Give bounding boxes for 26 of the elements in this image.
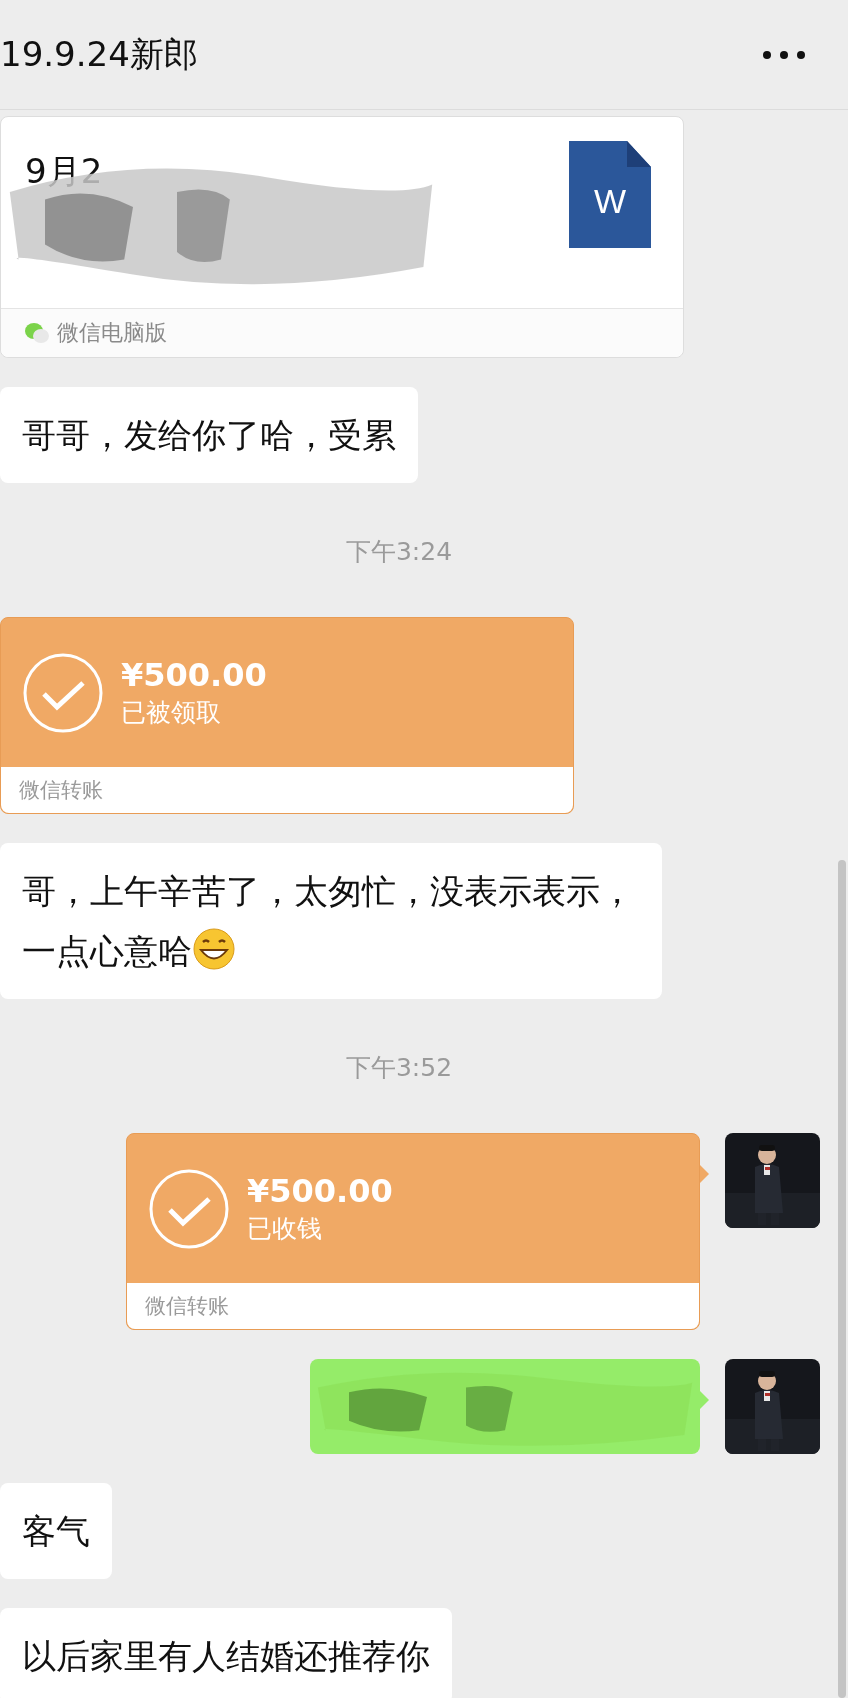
more-icon[interactable] [762,49,806,60]
document-icon: W [569,141,651,248]
transfer-card[interactable]: ¥500.00 已被领取 微信转账 [0,617,574,814]
transfer-status: 已被领取 [121,696,222,729]
scrollbar[interactable] [838,860,846,1698]
transfer-amount: ¥500.00 [121,654,267,695]
wechat-icon [25,322,49,344]
message-bubble: 哥，上午辛苦了，太匆忙，没表示表示，一点心意哈 [0,843,662,999]
source-label: 微信电脑版 [57,319,167,347]
transfer-status: 已收钱 [247,1212,323,1245]
transfer-card[interactable]: ¥500.00 已收钱 微信转账 [126,1133,700,1330]
message-bubble: 哥哥，发给你了哈，受累 [0,387,418,483]
message-bubble: 客气 [0,1483,112,1579]
file-card[interactable]: 9月2 W 微信电脑版 [0,116,684,358]
bubble-tail [700,1165,709,1183]
source-label: 微信转账 [19,777,103,804]
file-name: 9月2 [25,150,103,193]
timestamp: 下午3:52 [345,1052,453,1084]
bubble-tail [700,1391,709,1409]
timestamp: 下午3:24 [345,536,453,568]
chat-title: 19.9.24新郎 [0,32,198,76]
checkmark-icon [149,1168,229,1249]
transfer-amount: ¥500.00 [247,1170,393,1211]
source-label: 微信转账 [145,1293,229,1320]
checkmark-icon [23,652,103,733]
message-bubble: 以后家里有人结婚还推荐你 [0,1608,452,1698]
